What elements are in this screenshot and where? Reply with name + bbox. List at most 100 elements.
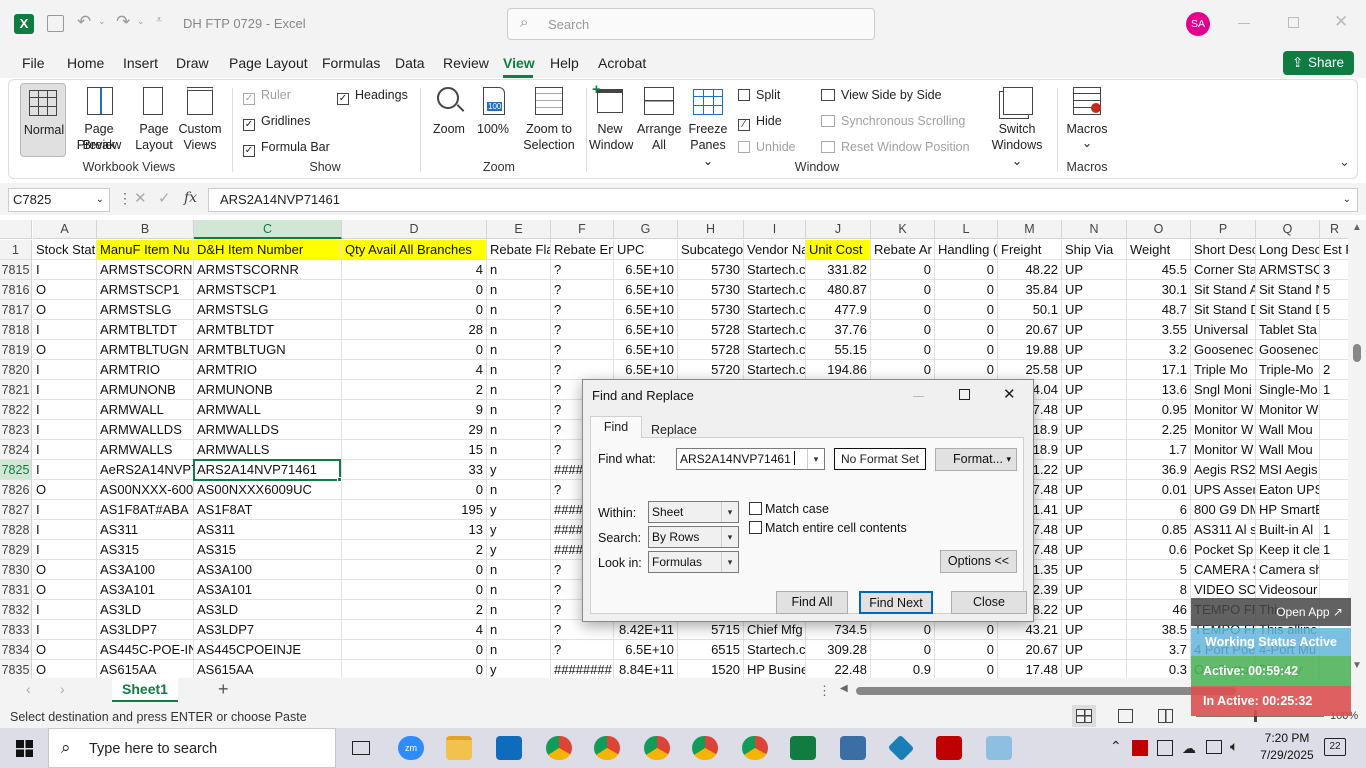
table-cell[interactable]: Startech.c — [744, 640, 806, 660]
avatar[interactable]: SA — [1186, 12, 1210, 36]
table-cell[interactable]: O — [33, 300, 97, 320]
table-cell[interactable]: 6.5E+10 — [614, 640, 678, 660]
table-cell[interactable]: AS3LD — [194, 600, 342, 620]
tab-help[interactable]: Help — [550, 55, 579, 71]
table-cell[interactable]: AS1F8AT#ABA — [97, 500, 194, 520]
find-what-input[interactable]: ARS2A14NVP71461 ▾ — [676, 448, 825, 470]
table-cell[interactable]: Startech.c — [744, 280, 806, 300]
table-cell[interactable] — [1320, 340, 1350, 360]
table-cell[interactable]: I — [33, 620, 97, 640]
row-header-7829[interactable]: 7829 — [0, 540, 32, 560]
table-cell[interactable]: UP — [1062, 260, 1127, 280]
table-cell[interactable]: 0 — [342, 640, 487, 660]
table-cell[interactable]: 50.1 — [998, 300, 1062, 320]
table-cell[interactable]: I — [33, 460, 97, 480]
table-cell[interactable]: Startech.c — [744, 340, 806, 360]
redo-dropdown-icon[interactable]: ⌄ — [137, 16, 145, 27]
table-cell[interactable] — [1320, 460, 1350, 480]
tray-app-icon[interactable] — [1157, 740, 1173, 756]
table-cell[interactable]: AS3A100 — [97, 560, 194, 580]
calculator-icon[interactable] — [840, 736, 866, 760]
taskbar-search-box[interactable]: ⌕ Type here to search — [48, 728, 336, 768]
table-cell[interactable]: AS00NXXX6009UC — [194, 480, 342, 500]
table-cell[interactable]: 0 — [935, 320, 998, 340]
table-cell[interactable]: ARMWALL — [97, 400, 194, 420]
table-cell[interactable] — [1320, 440, 1350, 460]
table-cell[interactable]: ? — [551, 620, 614, 640]
zoom-to-selection-button[interactable]: Zoom to Selection — [517, 85, 581, 155]
table-cell[interactable]: VIDEO SOL — [1191, 580, 1256, 600]
table-cell[interactable]: 0 — [342, 300, 487, 320]
table-cell[interactable]: 0 — [871, 300, 935, 320]
table-cell[interactable]: I — [33, 520, 97, 540]
chrome-icon-2[interactable] — [594, 736, 620, 760]
select-all-corner[interactable] — [0, 220, 32, 239]
row-header-7819[interactable]: 7819 — [0, 340, 32, 360]
table-cell[interactable]: ? — [551, 640, 614, 660]
table-cell[interactable]: Sit Stand A — [1191, 280, 1256, 300]
table-cell[interactable]: n — [487, 300, 551, 320]
chrome-icon-4[interactable] — [692, 736, 718, 760]
table-cell[interactable]: Videosour — [1256, 580, 1320, 600]
format-button[interactable]: Format... ▾ — [935, 448, 1017, 471]
table-cell[interactable]: 1 — [1320, 540, 1350, 560]
table-cell[interactable]: ARMTRIO — [194, 360, 342, 380]
table-cell[interactable] — [1320, 400, 1350, 420]
table-cell[interactable]: 4 — [342, 360, 487, 380]
table-cell[interactable]: 1 — [1320, 380, 1350, 400]
table-cell[interactable]: 1.7 — [1127, 440, 1191, 460]
table-cell[interactable]: 20.67 — [998, 320, 1062, 340]
dialog-close-icon[interactable]: ✕ — [1003, 385, 1016, 403]
network-icon[interactable] — [1206, 740, 1222, 754]
table-cell[interactable]: I — [33, 260, 97, 280]
horizontal-scroll-thumb[interactable] — [856, 687, 1236, 695]
table-cell[interactable]: ? — [551, 360, 614, 380]
undo-dropdown-icon[interactable]: ⌄ — [98, 16, 106, 27]
table-cell[interactable]: ARMTBLTDT — [194, 320, 342, 340]
tab-view[interactable]: View — [503, 55, 535, 71]
table-cell[interactable]: Universal — [1191, 320, 1256, 340]
header-cell[interactable]: Qty Avail All Branches — [342, 240, 487, 260]
table-cell[interactable]: ARMTBLTDT — [97, 320, 194, 340]
search-box[interactable]: ⌕ Search — [507, 8, 875, 40]
table-cell[interactable]: 20.67 — [998, 640, 1062, 660]
table-cell[interactable]: O — [33, 640, 97, 660]
table-cell[interactable]: UPS Asser — [1191, 480, 1256, 500]
volume-icon[interactable]: 🔈︎ — [1230, 738, 1238, 755]
find-next-button[interactable]: Find Next — [859, 591, 933, 614]
table-cell[interactable]: 33 — [342, 460, 487, 480]
header-cell[interactable]: Rebate Ar — [871, 240, 935, 260]
column-header-l[interactable]: L — [935, 220, 998, 239]
vertical-scroll-thumb[interactable] — [1353, 344, 1361, 362]
row-header-7822[interactable]: 7822 — [0, 400, 32, 420]
column-header-a[interactable]: A — [33, 220, 97, 239]
undo-icon[interactable]: ↶ — [77, 12, 91, 32]
table-cell[interactable]: 5730 — [678, 300, 744, 320]
table-cell[interactable]: 1 — [1320, 520, 1350, 540]
table-cell[interactable]: Corner Sta — [1191, 260, 1256, 280]
header-cell[interactable]: ManuF Item Nu — [97, 240, 194, 260]
table-cell[interactable]: UP — [1062, 560, 1127, 580]
column-header-e[interactable]: E — [487, 220, 551, 239]
freeze-panes-button[interactable]: Freeze Panes ⌄ — [685, 85, 731, 168]
table-cell[interactable]: ARMUNONB — [97, 380, 194, 400]
table-cell[interactable]: Sit Stand D — [1256, 300, 1320, 320]
table-cell[interactable]: UP — [1062, 380, 1127, 400]
row-header-7828[interactable]: 7828 — [0, 520, 32, 540]
table-cell[interactable]: Single-Mo — [1256, 380, 1320, 400]
reset-window-position-button[interactable]: Reset Window Position — [821, 140, 970, 154]
table-cell[interactable]: Sit Stand N — [1256, 280, 1320, 300]
fill-handle[interactable] — [337, 477, 342, 482]
column-header-d[interactable]: D — [342, 220, 487, 239]
header-cell[interactable]: Long Desc — [1256, 240, 1320, 260]
table-cell[interactable]: 48.22 — [998, 260, 1062, 280]
table-cell[interactable] — [1320, 320, 1350, 340]
within-select[interactable]: Sheet ▾ — [648, 501, 739, 523]
table-cell[interactable]: n — [487, 400, 551, 420]
table-cell[interactable]: 3.55 — [1127, 320, 1191, 340]
table-cell[interactable]: 0 — [871, 260, 935, 280]
column-header-m[interactable]: M — [998, 220, 1062, 239]
table-cell[interactable]: I — [33, 440, 97, 460]
formula-input[interactable]: ARS2A14NVP71461 ⌄ — [208, 188, 1358, 212]
row-header-7830[interactable]: 7830 — [0, 560, 32, 580]
